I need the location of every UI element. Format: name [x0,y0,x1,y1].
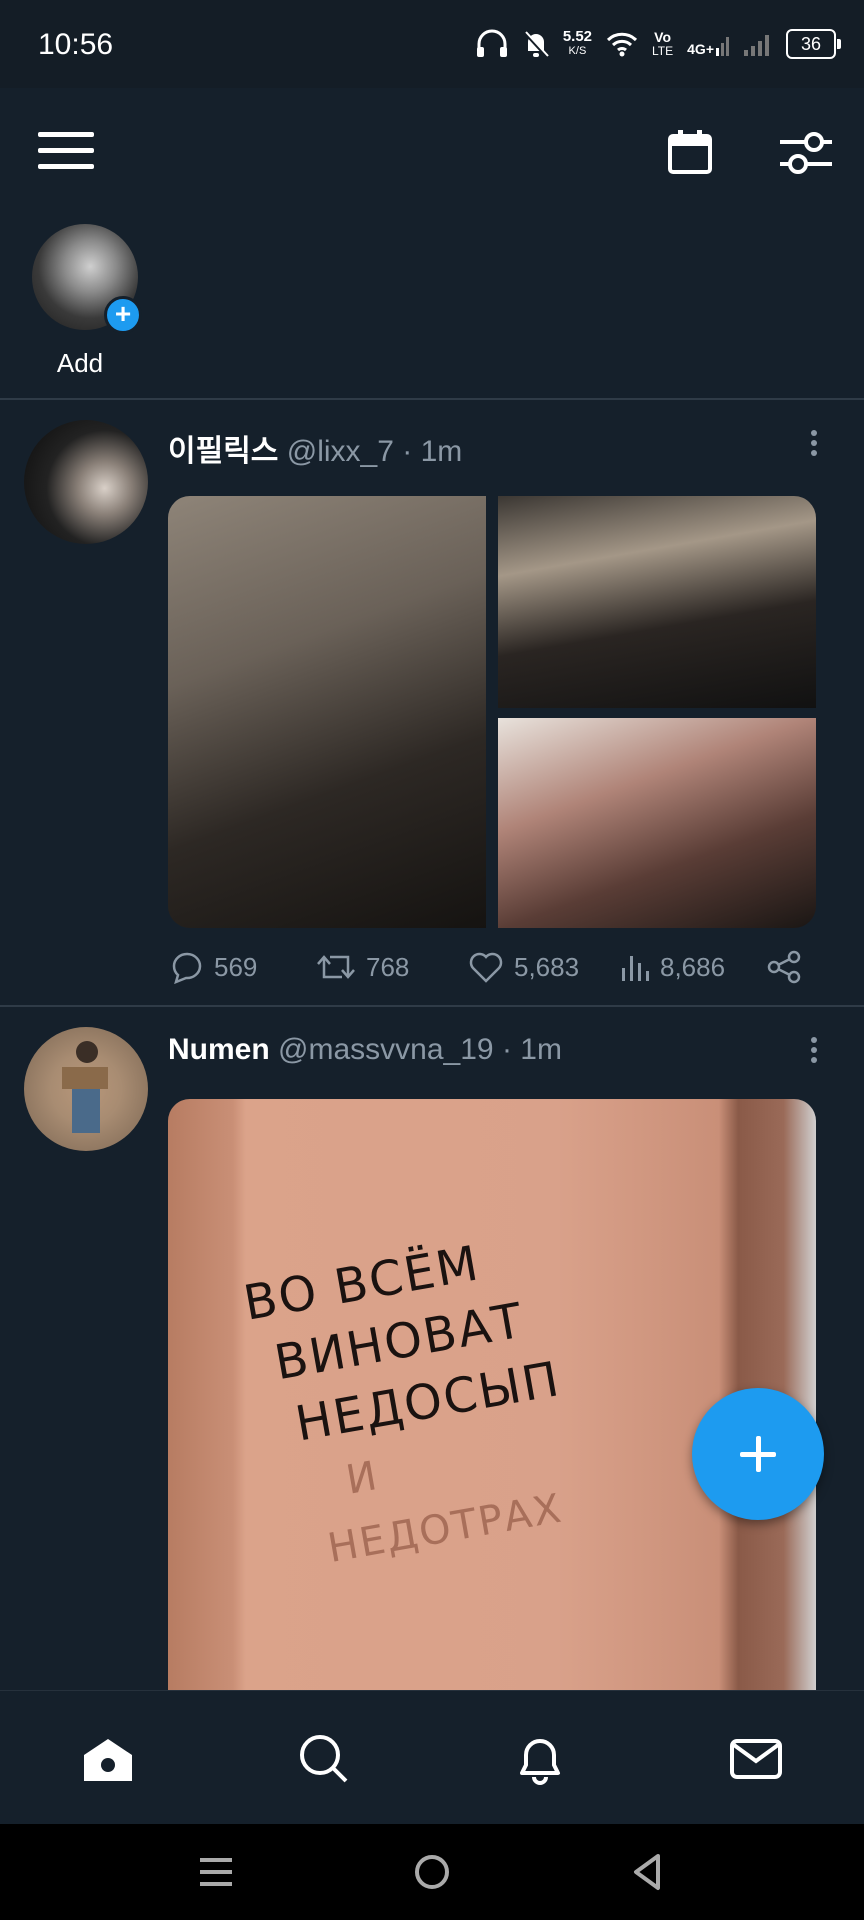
retweet-icon [317,955,355,979]
more-options-icon[interactable] [806,426,822,466]
author-name[interactable]: 이필릭스 [168,435,278,468]
search-icon[interactable] [296,1731,352,1787]
author-name[interactable]: Numen [168,1033,270,1066]
recents-icon[interactable] [196,1852,236,1892]
tweet-header: 이필릭스 @lixx_7 · 1m [168,426,462,470]
net-speed-unit: K/S [568,45,587,57]
tweet-actions: 569 768 5,683 8,686 [168,947,818,987]
author-handle[interactable]: @massvvna_19 [278,1033,494,1066]
net-speed: 5.52 K/S [562,28,593,58]
signal-1-icon [716,37,729,56]
tweet-time: · 1m [402,435,463,468]
home-icon[interactable] [80,1731,136,1787]
retweet-count: 768 [366,951,410,982]
mail-icon[interactable] [728,1731,784,1787]
views-icon [622,956,649,981]
status-bar: 10:56 5.52 K/S Vo LTE 4G+ 36 [0,0,864,88]
status-icons: 5.52 K/S Vo LTE 4G+ 36 [475,22,841,66]
filter-icon[interactable] [778,128,834,178]
signal-2-icon [744,35,769,56]
more-options-icon[interactable] [806,1033,822,1073]
app-header [0,88,864,218]
volte-indicator: Vo LTE [652,30,673,58]
avatar[interactable] [24,1027,148,1151]
media-grid [168,496,816,928]
tweet-image[interactable] [498,496,816,708]
net-speed-value: 5.52 [562,28,593,45]
tweet-item[interactable]: Numen @massvvna_19 · 1m ВО ВСЁМ ВИНОВАТ … [0,1007,864,1690]
retweet-button[interactable]: 768 [316,951,409,983]
battery-indicator: 36 [786,29,841,59]
view-count: 8,686 [660,951,726,982]
add-plus-icon[interactable]: + [104,296,142,334]
volte-sub-label: LTE [652,44,674,58]
image-wall-text: ВО ВСЁМ ВИНОВАТ НЕДОСЫП И НЕДОТРАХ [239,1210,649,1588]
share-icon [767,950,801,984]
add-fleet-label: Add [56,348,104,378]
like-count: 5,683 [514,951,580,982]
tweet-image[interactable]: ВО ВСЁМ ВИНОВАТ НЕДОСЫП И НЕДОТРАХ [168,1099,816,1690]
tweet-header: Numen @massvvna_19 · 1m [168,1033,562,1067]
bottom-nav [0,1690,864,1825]
calendar-icon[interactable] [666,128,714,176]
network-type: 4G+ [687,41,714,57]
bell-icon[interactable] [512,1731,568,1787]
like-button[interactable]: 5,683 [468,951,579,983]
mute-bell-icon [523,31,549,59]
wifi-icon [606,32,638,57]
reply-count: 569 [214,951,258,982]
heart-icon [469,952,503,983]
author-handle[interactable]: @lixx_7 [287,435,394,468]
fleet-row: + Add [0,218,864,398]
back-icon[interactable] [628,1852,668,1892]
reply-button[interactable]: 569 [168,950,257,984]
tweet-image[interactable] [498,718,816,928]
status-time: 10:56 [38,28,114,61]
compose-tweet-button[interactable] [692,1388,824,1520]
reply-icon [172,952,202,984]
headphones-icon [476,29,507,57]
avatar[interactable] [24,420,148,544]
home-circle-icon[interactable] [412,1852,452,1892]
network-indicator: 4G+ [687,32,730,56]
share-button[interactable] [766,950,802,984]
volte-label: Vo [654,29,671,45]
views-button[interactable]: 8,686 [620,952,725,983]
menu-icon[interactable] [38,132,96,172]
tweet-item[interactable]: 이필릭스 @lixx_7 · 1m 569 768 5,683 8,686 [0,400,864,1004]
tweet-time: · 1m [501,1033,562,1066]
system-nav-bar [0,1824,864,1920]
tweet-image[interactable] [168,496,486,928]
